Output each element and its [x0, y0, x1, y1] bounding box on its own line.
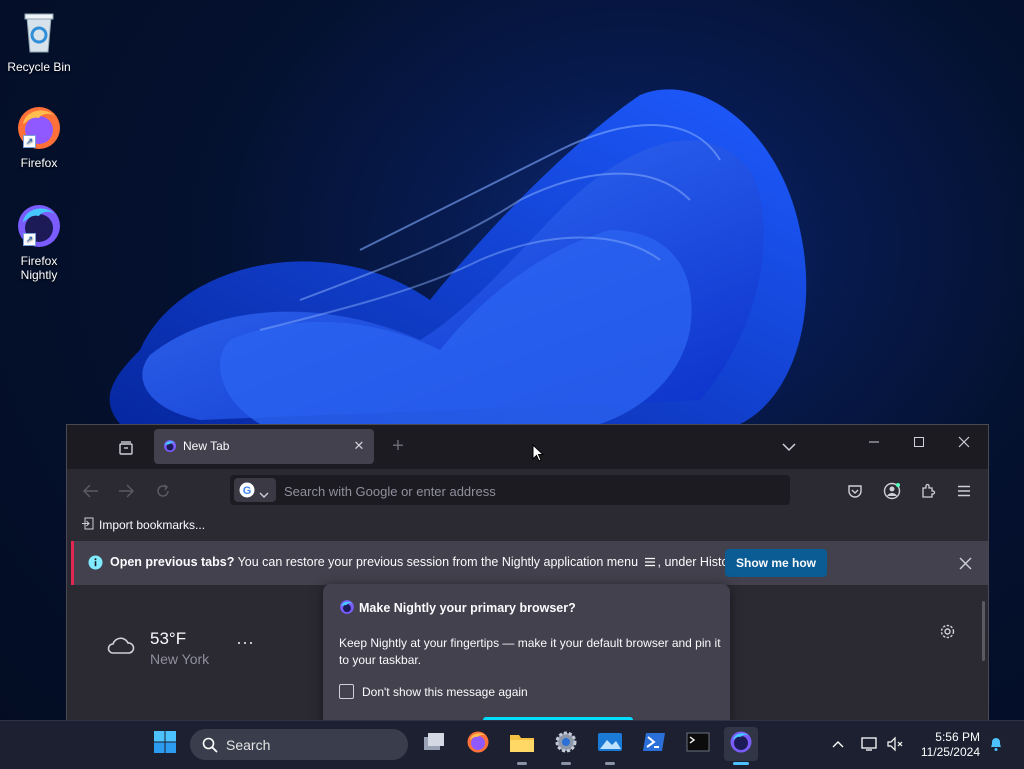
tab-bar: New Tab ✕ + — [67, 425, 988, 469]
weather-city: New York — [150, 651, 210, 667]
nightly-icon — [339, 599, 355, 620]
taskbar-settings[interactable] — [549, 727, 583, 765]
terminal-icon — [686, 732, 710, 757]
taskbar: Search 5:56 PM 11/25/2024 — [0, 720, 1024, 769]
maximize-icon[interactable] — [908, 431, 930, 453]
notification-bell-icon[interactable] — [986, 734, 1006, 754]
dont-show-again-checkbox[interactable]: Don't show this message again — [339, 684, 528, 699]
minimize-icon[interactable] — [863, 431, 885, 453]
session-restore-notification: Open previous tabs? You can restore your… — [71, 541, 988, 585]
active-indicator — [733, 762, 749, 765]
close-tab-icon[interactable]: ✕ — [350, 437, 368, 455]
checkbox-box[interactable] — [339, 684, 354, 699]
nav-toolbar: G — [67, 469, 988, 513]
account-icon[interactable] — [881, 480, 903, 502]
scrollbar-thumb[interactable] — [982, 601, 985, 661]
clock-date: 11/25/2024 — [920, 745, 980, 759]
show-me-how-button[interactable]: Show me how — [725, 549, 827, 577]
google-icon: G — [239, 482, 255, 503]
pocket-icon[interactable] — [844, 480, 866, 502]
address-bar: G — [230, 475, 790, 505]
desktop-icon-label: Nightly — [20, 268, 58, 282]
back-icon[interactable] — [80, 480, 102, 502]
menu-hamburger-icon[interactable] — [953, 480, 975, 502]
close-window-icon[interactable] — [953, 431, 975, 453]
firefox-icon — [466, 730, 490, 759]
menu-hamburger-icon — [644, 556, 656, 570]
gear-icon[interactable] — [936, 620, 958, 642]
recycle-bin-icon — [15, 8, 63, 56]
running-indicator — [561, 762, 571, 765]
info-icon — [88, 555, 103, 575]
desktop-icon-label: Firefox — [20, 254, 58, 268]
desktop-icon-label: Recycle Bin — [7, 60, 71, 74]
taskbar-firefox-nightly[interactable] — [724, 727, 758, 765]
notification-body: You can restore your previous session fr… — [237, 555, 639, 569]
weather-more-icon[interactable]: ⋯ — [233, 633, 257, 653]
extensions-icon[interactable] — [917, 480, 939, 502]
taskbar-terminal[interactable] — [681, 727, 715, 761]
svg-text:G: G — [243, 485, 252, 497]
clock-time: 5:56 PM — [935, 730, 980, 744]
chevron-down-icon[interactable] — [778, 436, 800, 458]
notification-text: Open previous tabs? You can restore your… — [110, 555, 741, 570]
volume-muted-icon[interactable] — [885, 734, 907, 754]
address-input[interactable] — [282, 480, 776, 502]
taskbar-powershell[interactable] — [637, 727, 671, 761]
running-indicator — [605, 762, 615, 765]
chevron-down-icon — [259, 486, 269, 504]
settings-icon — [554, 730, 578, 759]
taskbar-file-explorer[interactable] — [505, 727, 539, 765]
desktop-icon-label: Firefox — [20, 156, 58, 170]
close-notification-icon[interactable] — [954, 552, 976, 574]
popup-title: Make Nightly your primary browser? — [359, 601, 576, 615]
system-clock[interactable]: 5:56 PM 11/25/2024 — [918, 730, 980, 760]
bookmarks-toolbar: Import bookmarks... — [67, 513, 988, 535]
taskbar-search[interactable]: Search — [190, 729, 408, 760]
tab-new-tab[interactable]: New Tab ✕ — [154, 429, 374, 464]
desktop-icon-firefox[interactable]: ↗ Firefox — [4, 104, 74, 170]
desktop-icon-recycle-bin[interactable]: Recycle Bin — [4, 8, 74, 74]
firefox-nightly-icon — [729, 730, 753, 759]
start-button[interactable] — [148, 727, 182, 761]
import-bookmarks-label: Import bookmarks... — [99, 518, 206, 532]
search-engine-button[interactable]: G — [234, 478, 276, 502]
reload-icon[interactable] — [152, 480, 174, 502]
taskbar-photos[interactable] — [593, 727, 627, 765]
default-browser-popup: Make Nightly your primary browser? Keep … — [323, 584, 730, 724]
search-label: Search — [226, 737, 271, 753]
checkbox-label: Don't show this message again — [362, 684, 528, 699]
notification-bold: Open previous tabs? — [110, 555, 235, 569]
running-indicator — [517, 762, 527, 765]
task-view-icon — [422, 731, 446, 758]
windows-logo-icon — [153, 730, 177, 759]
network-icon[interactable] — [859, 734, 881, 754]
tab-title: New Tab — [183, 439, 230, 453]
taskbar-firefox[interactable] — [461, 727, 495, 761]
weather-temp: 53°F — [150, 629, 187, 648]
file-explorer-icon — [509, 731, 535, 758]
photos-icon — [597, 731, 623, 758]
powershell-icon — [642, 731, 666, 758]
new-tab-plus-icon[interactable]: + — [387, 435, 409, 457]
forward-icon[interactable] — [115, 480, 137, 502]
cloud-weather-icon — [105, 633, 135, 662]
import-bookmarks-button[interactable]: Import bookmarks... — [81, 517, 205, 533]
nightly-icon — [163, 439, 177, 458]
firefox-nightly-icon: ↗ — [15, 202, 63, 250]
desktop-icon-firefox-nightly[interactable]: ↗ Firefox Nightly — [4, 202, 74, 282]
search-icon — [202, 737, 218, 758]
firefox-icon: ↗ — [15, 104, 63, 152]
task-view-button[interactable] — [417, 727, 451, 761]
import-icon — [81, 517, 94, 533]
popup-body: Keep Nightly at your fingertips — make i… — [339, 636, 721, 667]
shortcut-arrow-icon: ↗ — [23, 233, 36, 246]
mouse-cursor — [532, 443, 545, 467]
shortcut-arrow-icon: ↗ — [23, 135, 36, 148]
firefox-view-icon[interactable] — [115, 437, 137, 459]
chevron-up-icon[interactable] — [828, 734, 848, 754]
